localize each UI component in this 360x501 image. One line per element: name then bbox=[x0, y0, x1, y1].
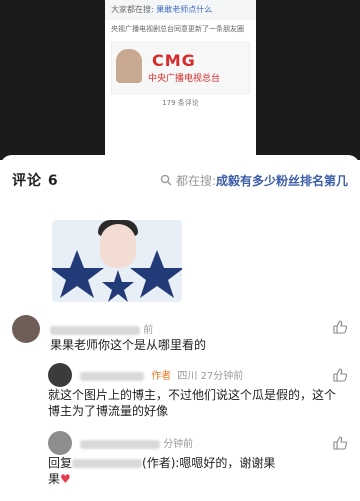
embedded-cmg-card: CMG 中央广播电视总台 bbox=[111, 42, 250, 94]
search-icon bbox=[160, 174, 172, 186]
comment-meta: 前 bbox=[50, 321, 153, 336]
search-topic-link[interactable]: 成毅有多少粉丝排名第几 bbox=[216, 172, 348, 189]
avatar[interactable] bbox=[12, 315, 40, 343]
reply-prefix: 回复 bbox=[48, 456, 73, 470]
blurred-reply-target bbox=[72, 459, 143, 468]
comment-location: 四川 bbox=[177, 371, 198, 382]
comment-time: 27分钟前 bbox=[200, 371, 244, 382]
embedded-post-text: 央视广播电视剧总台同意更新了一条朋友圈 bbox=[111, 25, 244, 33]
comments-title: 评论 6 bbox=[12, 173, 59, 189]
search-prefix: 都在搜: bbox=[175, 173, 216, 188]
thumbs-up-icon[interactable] bbox=[332, 319, 348, 335]
embedded-comment-count: 179 条评论 bbox=[162, 99, 199, 107]
embedded-face-image bbox=[116, 49, 142, 83]
author-badge: 作者 bbox=[151, 371, 172, 382]
blurred-username bbox=[50, 325, 140, 335]
thumbs-up-icon[interactable] bbox=[332, 367, 348, 383]
comment-time: 前 bbox=[143, 325, 154, 336]
reply-author-suffix: (作者) bbox=[142, 456, 176, 470]
reply-text-line2: 果 bbox=[48, 472, 61, 486]
comment-image[interactable] bbox=[52, 220, 182, 302]
cmg-subtitle: 中央广播电视总台 bbox=[148, 74, 221, 84]
comment-item: 前 果果老师你这个是从哪里看的 bbox=[12, 315, 348, 355]
top-image-area: 大家都在搜: 果敢老师点什么 央视广播电视剧总台同意更新了一条朋友圈 CMG 中… bbox=[0, 0, 360, 160]
embedded-search-bar: 大家都在搜: 果敢老师点什么 bbox=[105, 0, 256, 20]
thumbs-up-icon[interactable] bbox=[332, 435, 348, 451]
comments-header: 评论 6 都在搜: 成毅有多少粉丝排名第几 bbox=[0, 155, 360, 205]
heart-emoji: ♥ bbox=[60, 472, 71, 486]
reply-item: 作者 四川 27分钟前 就这个图片上的博主，不过他们说这个瓜是假的，这个博主为了… bbox=[48, 363, 348, 423]
embedded-screenshot: 大家都在搜: 果敢老师点什么 央视广播电视剧总台同意更新了一条朋友圈 CMG 中… bbox=[105, 0, 256, 160]
blurred-username bbox=[80, 439, 160, 449]
comment-meta: 作者 四川 27分钟前 bbox=[80, 367, 243, 382]
cmg-logo: CMG bbox=[152, 51, 196, 70]
avatar[interactable] bbox=[48, 363, 72, 387]
comment-text: 回复 (作者):嗯嗯好的，谢谢果 果♥ bbox=[48, 455, 338, 487]
comment-text: 就这个图片上的博主，不过他们说这个瓜是假的，这个博主为了博流量的好像 bbox=[48, 388, 337, 418]
search-hint[interactable]: 都在搜: 成毅有多少粉丝排名第几 bbox=[160, 172, 348, 189]
comment-text: 果果老师你这个是从哪里看的 bbox=[50, 338, 207, 352]
portrait-face bbox=[100, 224, 136, 268]
comments-sheet: 评论 6 都在搜: 成毅有多少粉丝排名第几 前 果果老师你这个是从哪里看的 作者… bbox=[0, 155, 360, 501]
reply-item: 分钟前 回复 (作者):嗯嗯好的，谢谢果 果♥ bbox=[48, 431, 348, 497]
comment-time: 分钟前 bbox=[163, 439, 194, 450]
comment-meta: 分钟前 bbox=[80, 435, 193, 450]
blurred-username bbox=[80, 371, 144, 381]
embedded-search-prefix: 大家都在搜: bbox=[111, 5, 157, 14]
avatar[interactable] bbox=[48, 431, 72, 455]
embedded-search-link: 果敢老师点什么 bbox=[156, 5, 213, 14]
reply-text: :嗯嗯好的，谢谢果 bbox=[175, 456, 276, 470]
